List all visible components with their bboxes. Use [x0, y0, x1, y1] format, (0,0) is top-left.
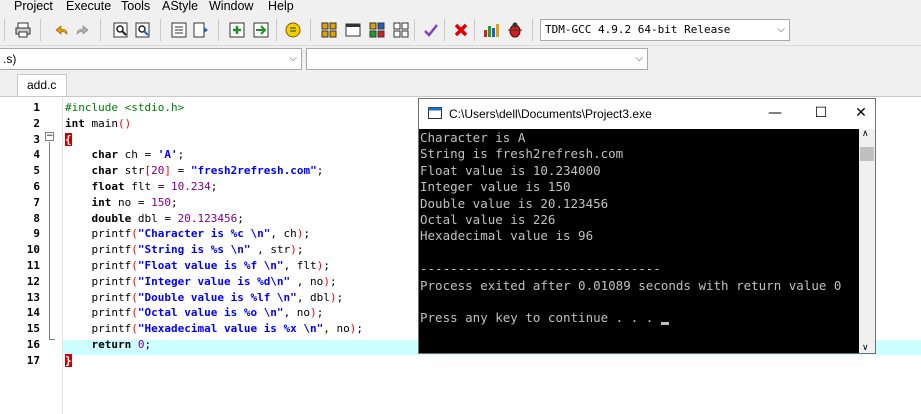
menu-project[interactable]: Project [14, 0, 53, 13]
maximize-icon[interactable]: ☐ [811, 105, 831, 123]
line-number: 1 [33, 101, 40, 114]
stop-icon[interactable] [450, 19, 471, 40]
code-line[interactable]: printf("Float value is %f \n", flt); [65, 258, 329, 274]
code-line[interactable]: return 0; [65, 337, 152, 353]
debug-icon[interactable] [504, 19, 525, 40]
menu-tools[interactable]: Tools [121, 0, 150, 13]
line-number: 5 [33, 164, 40, 178]
text-cursor [660, 322, 669, 326]
redo-icon[interactable] [72, 19, 93, 40]
line-number: 17 [26, 353, 40, 367]
code-line[interactable]: #include <stdio.h> [65, 100, 184, 116]
rebuild-icon[interactable] [390, 19, 411, 40]
console-line: Hexadecimal value is 96 [420, 228, 594, 244]
line-number: 9 [33, 227, 40, 241]
unindent-icon[interactable] [190, 19, 211, 40]
fold-toggle-icon[interactable]: − [45, 132, 54, 141]
console-line: Press any key to continue . . . [420, 310, 661, 326]
menu-astyle[interactable]: AStyle [162, 0, 198, 13]
scroll-thumb[interactable] [860, 147, 874, 161]
console-line: String is fresh2refresh.com [420, 146, 624, 162]
code-line[interactable]: char str[20] = "fresh2refresh.com"; [65, 163, 324, 179]
code-line[interactable]: { [65, 132, 72, 148]
line-number: 11 [26, 259, 40, 272]
fold-line [49, 142, 50, 339]
chevron-up-icon[interactable]: ∧ [862, 129, 869, 139]
console-line: Double value is 20.123456 [420, 195, 609, 211]
line-number: 8 [33, 211, 40, 225]
console-line: -------------------------------- [420, 261, 661, 277]
line-number: 14 [26, 306, 40, 320]
check-icon[interactable] [420, 19, 441, 40]
console-output: Character is A String is fresh2refresh.co… [419, 129, 875, 353]
code-line[interactable]: int no = 150; [65, 195, 178, 211]
console-title: C:\Users\dell\Documents\Project3.exe [449, 107, 652, 121]
add-bookmark-icon[interactable] [226, 19, 247, 40]
chevron-down-icon: ⌵ [777, 24, 785, 35]
tab-add-c[interactable]: add.c [17, 74, 67, 96]
line-number: 7 [33, 195, 40, 209]
line-number: 15 [26, 322, 40, 336]
compiler-select[interactable]: TDM-GCC 4.9.2 64-bit Release ⌵ [540, 19, 790, 41]
find-icon[interactable] [110, 19, 131, 40]
console-line: Character is A [420, 130, 526, 145]
console-scrollbar[interactable]: ∧ ∨ [859, 129, 875, 353]
class-browser-bar: .s) ⌵ ⌵ [0, 46, 921, 72]
menu-bar: Project Execute Tools AStyle Window Help [0, 0, 921, 15]
console-titlebar[interactable]: C:\Users\dell\Documents\Project3.exe — ☐… [419, 99, 875, 129]
main-toolbar: TDM-GCC 4.9.2 64-bit Release ⌵ [0, 15, 921, 46]
console-line: Octal value is 226 [420, 212, 556, 227]
console-line: Float value is 10.234000 [420, 162, 601, 178]
goto-bookmark-icon[interactable] [250, 19, 271, 40]
line-number: 2 [33, 116, 40, 130]
chart-icon[interactable] [481, 19, 502, 40]
code-line[interactable]: printf("Integer value is %d\n" , no); [65, 274, 336, 290]
compile-icon[interactable] [318, 19, 339, 40]
console-window[interactable]: C:\Users\dell\Documents\Project3.exe — ☐… [418, 98, 876, 354]
compile-run-icon[interactable] [366, 19, 387, 40]
chevron-down-icon[interactable]: ∨ [862, 343, 869, 353]
replace-icon[interactable] [132, 19, 153, 40]
code-line[interactable]: printf("Character is %c \n", ch); [65, 226, 310, 242]
minimize-icon[interactable]: — [765, 105, 785, 123]
line-number: 6 [33, 180, 40, 193]
code-line[interactable]: printf("Hexadecimal value is %x \n", no)… [65, 321, 363, 337]
line-number: 13 [26, 290, 40, 304]
editor-tabs: add.c [0, 72, 921, 96]
code-line[interactable]: double dbl = 20.123456; [65, 211, 244, 227]
fold-line-end [49, 339, 55, 340]
line-number: 16 [26, 338, 40, 351]
chevron-down-icon: ⌵ [289, 53, 297, 64]
console-app-icon [428, 107, 442, 122]
code-line[interactable]: char ch = 'A'; [65, 147, 185, 163]
toggle-comment-icon[interactable] [282, 19, 303, 40]
class-select[interactable]: .s) ⌵ [0, 48, 302, 70]
menu-execute[interactable]: Execute [66, 0, 111, 13]
code-line[interactable]: float flt = 10.234; [65, 179, 218, 195]
undo-icon[interactable] [50, 19, 71, 40]
console-line: Process exited after 0.01089 seconds wit… [420, 277, 842, 293]
line-number: 12 [26, 274, 40, 288]
indent-icon[interactable] [168, 19, 189, 40]
print-icon[interactable] [12, 19, 33, 40]
code-line[interactable]: printf("String is %s \n" , str); [65, 242, 303, 258]
member-select[interactable]: ⌵ [306, 48, 648, 70]
code-line[interactable]: int main() [65, 116, 131, 132]
console-line: Integer value is 150 [420, 179, 571, 195]
menu-help[interactable]: Help [268, 0, 294, 13]
chevron-down-icon: ⌵ [635, 53, 643, 64]
run-icon[interactable] [342, 19, 363, 40]
line-number: 3 [33, 132, 40, 146]
code-line[interactable]: printf("Octal value is %o \n", no); [65, 305, 323, 321]
code-line[interactable]: } [65, 353, 72, 369]
line-number: 4 [33, 148, 40, 162]
menu-window[interactable]: Window [209, 0, 253, 13]
close-icon[interactable]: ✕ [851, 105, 871, 123]
code-line[interactable]: printf("Double value is %lf \n", dbl); [65, 290, 343, 306]
line-number: 10 [26, 243, 40, 257]
